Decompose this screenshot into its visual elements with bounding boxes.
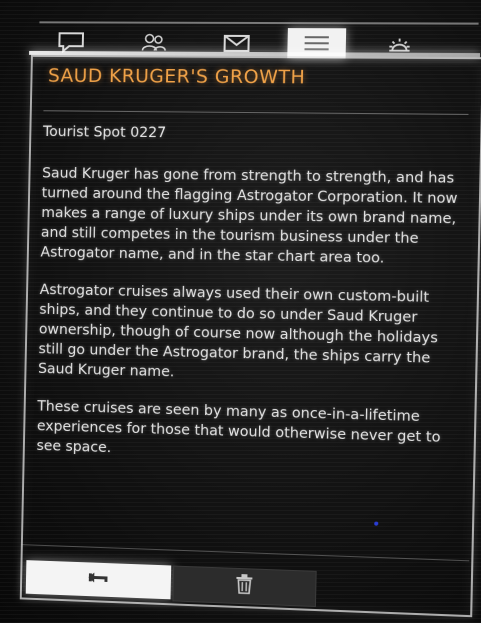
list-icon [302, 34, 331, 52]
message-title: SAUD KRUGER'S GROWTH [48, 65, 306, 89]
delete-button[interactable] [172, 566, 316, 607]
back-arrow-icon [86, 569, 110, 590]
message-paragraph: Saud Kruger has gone from strength to st… [40, 164, 459, 270]
message-paragraph: These cruises are seen by many as once-i… [36, 397, 454, 469]
chat-bubble-icon [57, 31, 85, 53]
mail-icon [222, 32, 250, 54]
message-paragraph: Astrogator cruises always used their own… [38, 280, 457, 389]
comms-panel: SAUD KRUGER'S GROWTH Tourist Spot 0227 S… [0, 0, 481, 623]
message-subtitle: Tourist Spot 0227 [43, 122, 460, 146]
game-screen: SAUD KRUGER'S GROWTH Tourist Spot 0227 S… [0, 0, 481, 623]
cursor-dot [374, 522, 378, 526]
contacts-icon [139, 32, 167, 54]
settings-icon [385, 32, 414, 54]
trash-icon [235, 574, 253, 599]
message-body[interactable]: Tourist Spot 0227 Saud Kruger has gone f… [36, 122, 460, 487]
back-button[interactable] [26, 560, 171, 599]
